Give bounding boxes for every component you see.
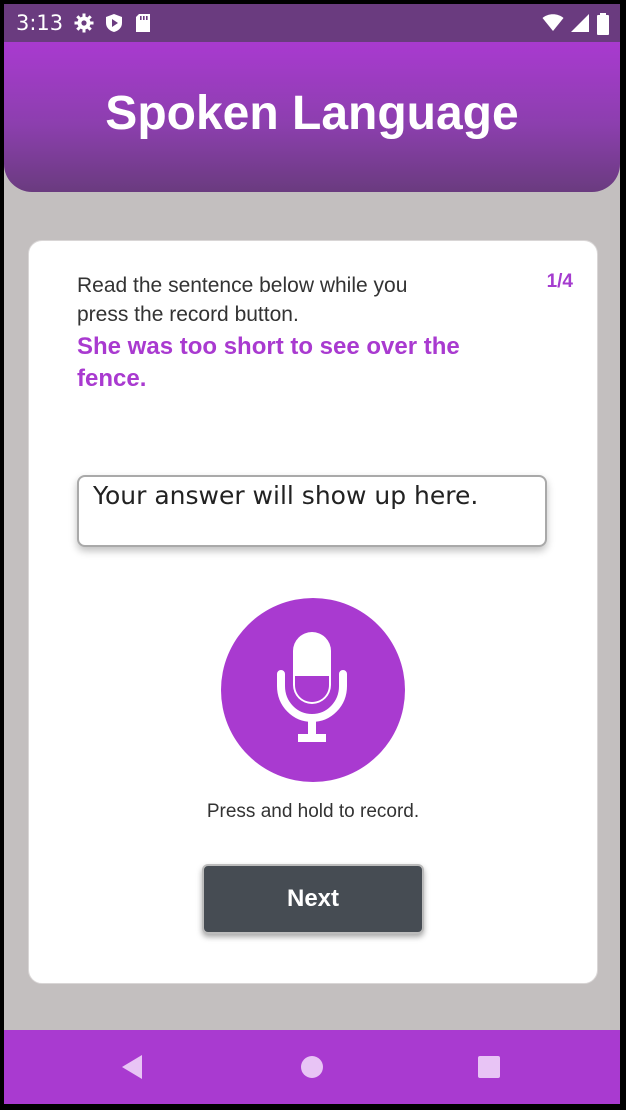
target-sentence: She was too short to see over the fence.: [77, 333, 460, 392]
back-icon[interactable]: [117, 1052, 147, 1082]
page-title: Spoken Language: [105, 86, 519, 140]
answer-placeholder: Your answer will show up here.: [93, 481, 479, 510]
signal-icon: [570, 13, 590, 40]
exercise-card: Read the sentence below while you press …: [28, 240, 598, 984]
progress-counter: 1/4: [546, 271, 573, 292]
sd-card-icon: [134, 13, 152, 38]
home-icon[interactable]: [297, 1052, 327, 1082]
header: Spoken Language: [4, 42, 620, 192]
answer-field[interactable]: Your answer will show up here.: [77, 475, 547, 547]
status-bar: 3:13: [4, 4, 620, 42]
status-icons-left: [74, 13, 152, 38]
recents-icon[interactable]: [474, 1052, 504, 1082]
shield-play-icon: [104, 13, 124, 38]
record-hint: Press and hold to record.: [206, 801, 420, 822]
instruction-text: Read the sentence below while you press …: [77, 274, 408, 326]
status-time: 3:13: [16, 11, 64, 35]
app-screen: 3:13 Spoken Language Read the sentence b…: [4, 4, 620, 1104]
navigation-bar: [4, 1030, 620, 1104]
status-icons-right: [542, 13, 610, 40]
gear-icon: [74, 13, 94, 38]
record-button[interactable]: [221, 598, 405, 782]
wifi-icon: [542, 13, 564, 40]
microphone-icon: [273, 630, 353, 751]
battery-icon: [596, 13, 610, 40]
next-button[interactable]: Next: [202, 864, 424, 934]
